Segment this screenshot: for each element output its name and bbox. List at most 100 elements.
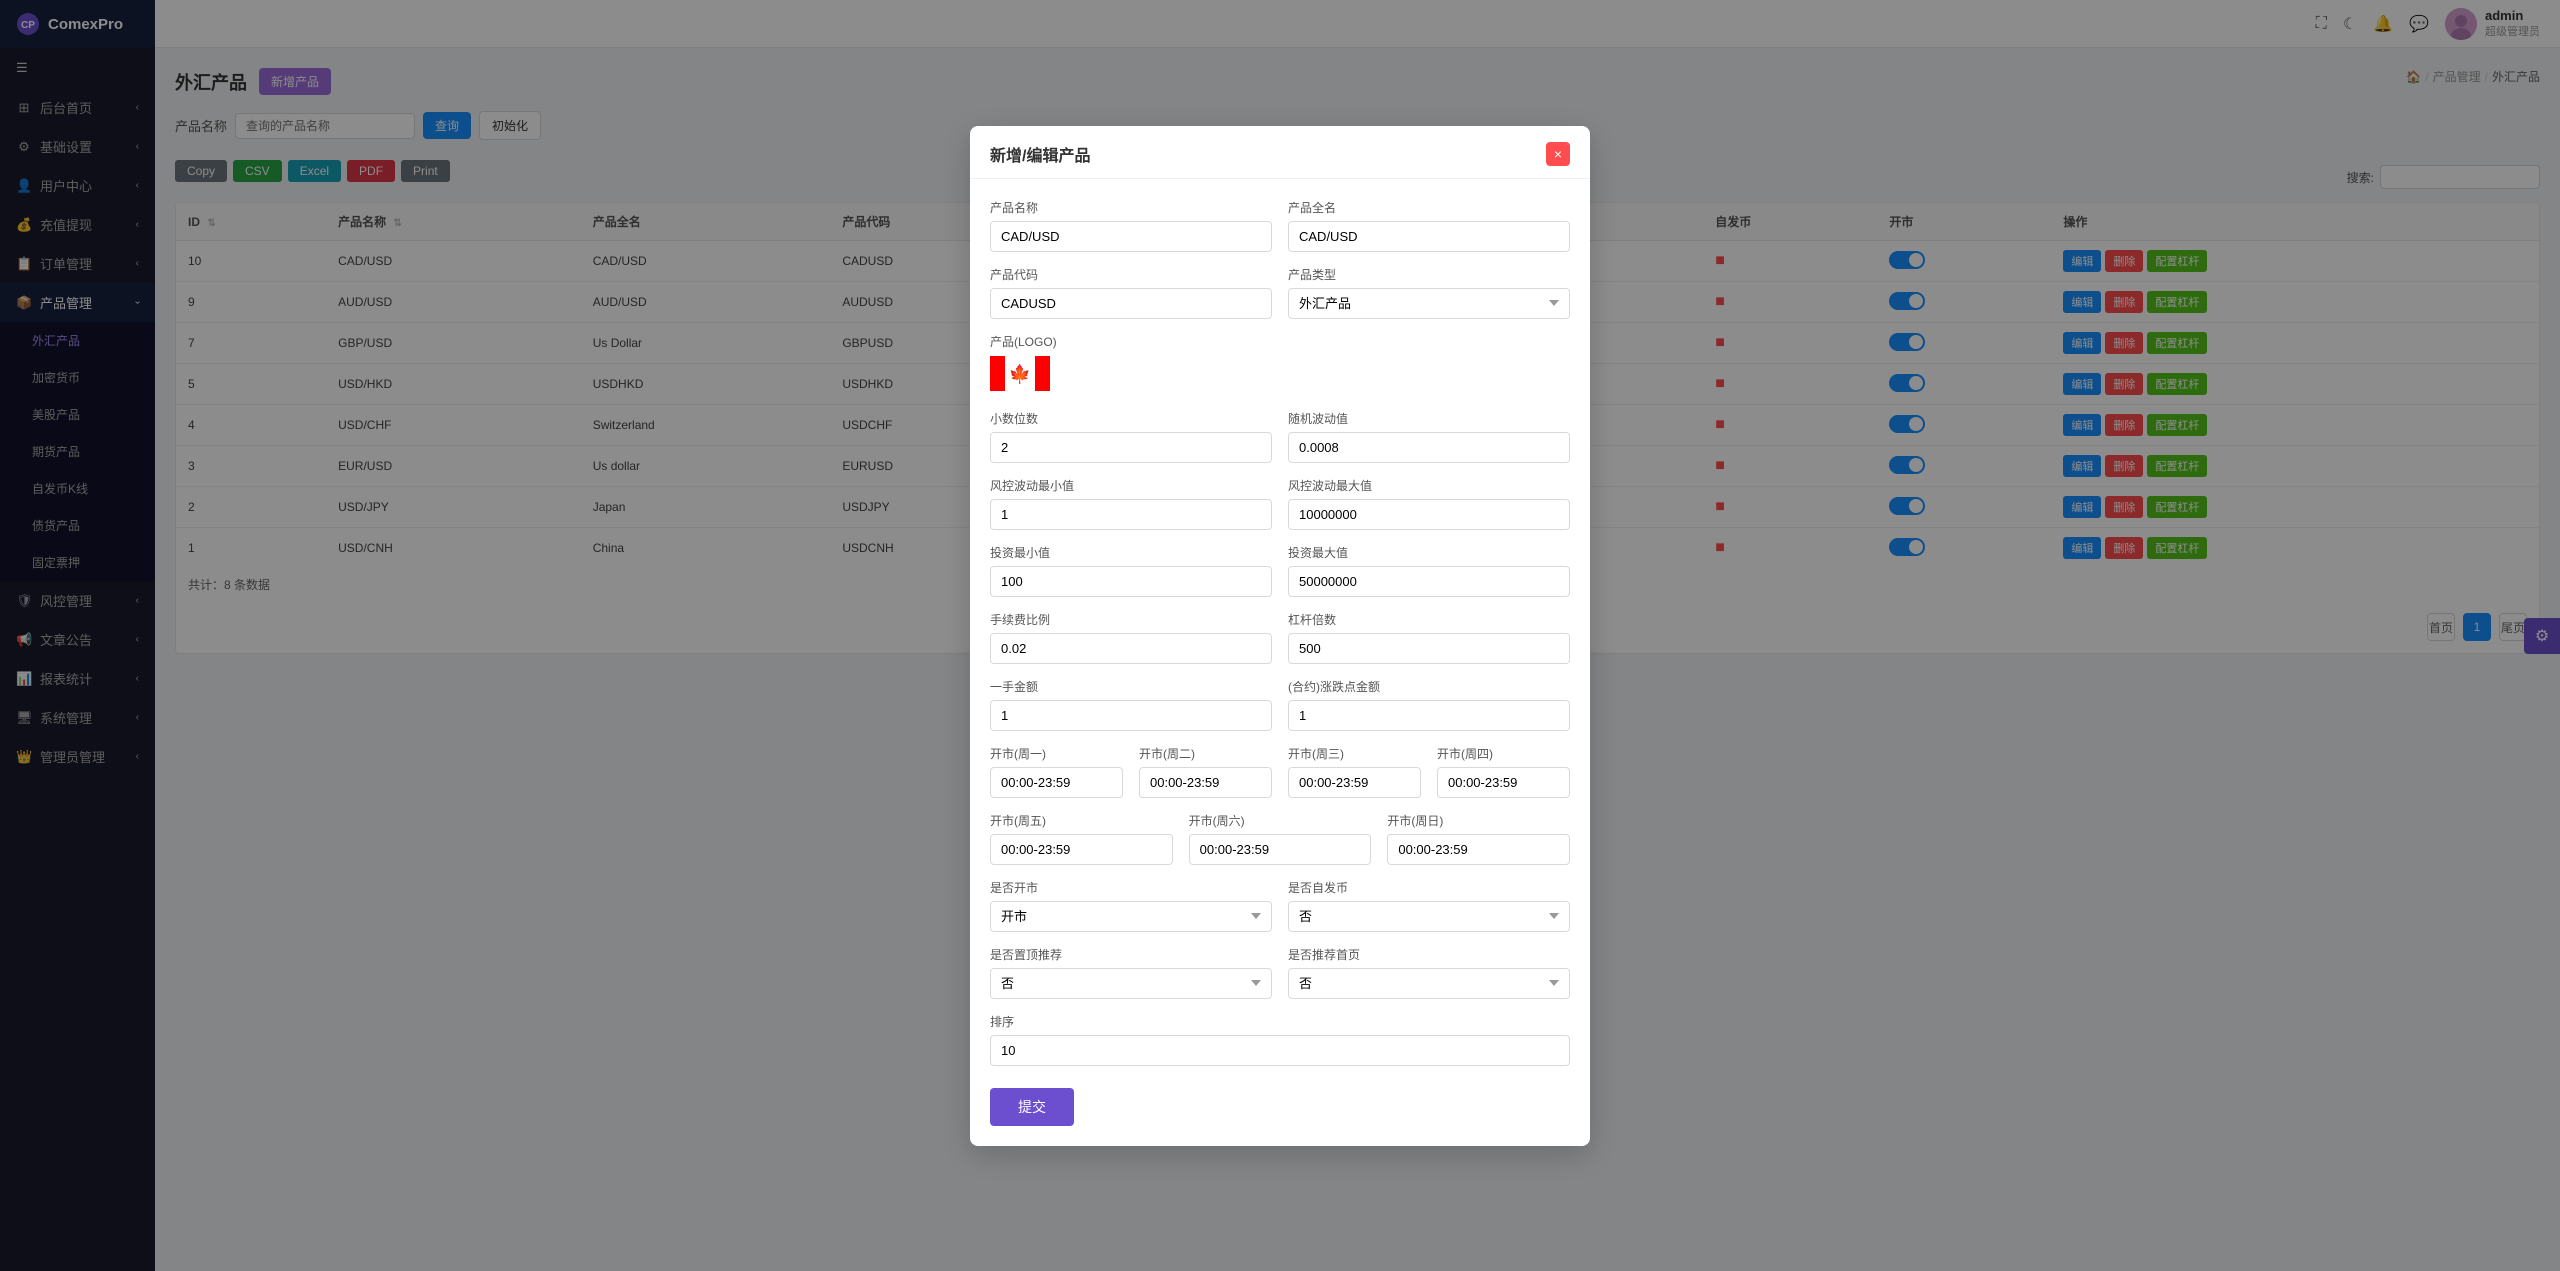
modal-close-button[interactable]: × (1546, 142, 1570, 166)
product-fullname-label: 产品全名 (1288, 199, 1570, 216)
form-group-fee-ratio: 手续费比例 (990, 611, 1272, 664)
market-thu-field[interactable] (1437, 767, 1570, 798)
is-homepage-select[interactable]: 否 是 (1288, 968, 1570, 999)
market-sun-label: 开市(周日) (1387, 812, 1570, 829)
form-group-invest-min: 投资最小值 (990, 544, 1272, 597)
sort-label: 排序 (990, 1013, 1570, 1030)
logo-label: 产品(LOGO) (990, 333, 1570, 350)
form-group-market-sat: 开市(周六) (1189, 812, 1372, 865)
modal-title: 新增/编辑产品 (990, 142, 1090, 166)
product-type-select[interactable]: 外汇产品 加密货币 美股产品 期货产品 (1288, 288, 1570, 319)
fee-ratio-field[interactable] (990, 633, 1272, 664)
form-group-hand-amount: 一手金额 (990, 678, 1272, 731)
market-mon-field[interactable] (990, 767, 1123, 798)
market-wed-label: 开市(周三) (1288, 745, 1421, 762)
invest-min-label: 投资最小值 (990, 544, 1272, 561)
form-group-market-tue: 开市(周二) (1139, 745, 1272, 798)
is-selfcoin-label: 是否自发币 (1288, 879, 1570, 896)
form-row-sort: 排序 (990, 1013, 1570, 1066)
edit-product-modal: 新增/编辑产品 × 产品名称 产品全名 产品代码 (970, 126, 1590, 1146)
product-code-label: 产品代码 (990, 266, 1272, 283)
form-group-risk-min: 风控波动最小值 (990, 477, 1272, 530)
hand-amount-label: 一手金额 (990, 678, 1272, 695)
form-row-decimal-fluctuation: 小数位数 随机波动值 (990, 410, 1570, 463)
form-row-risk: 风控波动最小值 风控波动最大值 (990, 477, 1570, 530)
leverage-label: 杠杆倍数 (1288, 611, 1570, 628)
logo-preview[interactable]: 🍁 (990, 356, 1050, 396)
product-name-label: 产品名称 (990, 199, 1272, 216)
form-group-risk-max: 风控波动最大值 (1288, 477, 1570, 530)
is-top-label: 是否置顶推荐 (990, 946, 1272, 963)
form-row-fee-leverage: 手续费比例 杠杆倍数 (990, 611, 1570, 664)
market-sat-field[interactable] (1189, 834, 1372, 865)
product-fullname-field[interactable] (1288, 221, 1570, 252)
form-group-random-fluctuation: 随机波动值 (1288, 410, 1570, 463)
market-tue-label: 开市(周二) (1139, 745, 1272, 762)
form-row-names: 产品名称 产品全名 (990, 199, 1570, 252)
market-fri-field[interactable] (990, 834, 1173, 865)
form-row-hand-contract: 一手金额 (合约)涨跌点金额 (990, 678, 1570, 731)
market-wed-field[interactable] (1288, 767, 1421, 798)
is-top-select[interactable]: 否 是 (990, 968, 1272, 999)
leverage-field[interactable] (1288, 633, 1570, 664)
product-code-field[interactable] (990, 288, 1272, 319)
random-fluctuation-field[interactable] (1288, 432, 1570, 463)
is-homepage-label: 是否推荐首页 (1288, 946, 1570, 963)
product-name-field[interactable] (990, 221, 1272, 252)
risk-max-label: 风控波动最大值 (1288, 477, 1570, 494)
form-group-product-code: 产品代码 (990, 266, 1272, 319)
form-row-market-fri-sun: 开市(周五) 开市(周六) 开市(周日) (990, 812, 1570, 865)
modal-body: 产品名称 产品全名 产品代码 产品类型 外汇产品 加密货币 (970, 179, 1590, 1146)
is-open-select[interactable]: 开市 休市 (990, 901, 1272, 932)
form-row-open-selfcoin: 是否开市 开市 休市 是否自发币 否 是 (990, 879, 1570, 932)
risk-max-field[interactable] (1288, 499, 1570, 530)
invest-min-field[interactable] (990, 566, 1272, 597)
form-group-is-homepage: 是否推荐首页 否 是 (1288, 946, 1570, 999)
market-sun-field[interactable] (1387, 834, 1570, 865)
form-group-market-mon: 开市(周一) (990, 745, 1123, 798)
form-group-decimal: 小数位数 (990, 410, 1272, 463)
canada-flag-icon: 🍁 (990, 356, 1050, 391)
form-group-product-name: 产品名称 (990, 199, 1272, 252)
form-row-invest: 投资最小值 投资最大值 (990, 544, 1570, 597)
invest-max-label: 投资最大值 (1288, 544, 1570, 561)
form-group-invest-max: 投资最大值 (1288, 544, 1570, 597)
form-row-market-mon-thu: 开市(周一) 开市(周二) 开市(周三) 开市(周四) (990, 745, 1570, 798)
product-type-label: 产品类型 (1288, 266, 1570, 283)
market-mon-label: 开市(周一) (990, 745, 1123, 762)
hand-amount-field[interactable] (990, 700, 1272, 731)
contract-amount-label: (合约)涨跌点金额 (1288, 678, 1570, 695)
risk-min-field[interactable] (990, 499, 1272, 530)
form-group-market-sun: 开市(周日) (1387, 812, 1570, 865)
form-row-code-type: 产品代码 产品类型 外汇产品 加密货币 美股产品 期货产品 (990, 266, 1570, 319)
form-group-market-wed: 开市(周三) (1288, 745, 1421, 798)
risk-min-label: 风控波动最小值 (990, 477, 1272, 494)
form-group-contract-amount: (合约)涨跌点金额 (1288, 678, 1570, 731)
form-group-leverage: 杠杆倍数 (1288, 611, 1570, 664)
invest-max-field[interactable] (1288, 566, 1570, 597)
market-tue-field[interactable] (1139, 767, 1272, 798)
market-sat-label: 开市(周六) (1189, 812, 1372, 829)
decimal-label: 小数位数 (990, 410, 1272, 427)
modal-overlay[interactable]: 新增/编辑产品 × 产品名称 产品全名 产品代码 (0, 0, 2560, 1271)
contract-amount-field[interactable] (1288, 700, 1570, 731)
is-selfcoin-select[interactable]: 否 是 (1288, 901, 1570, 932)
is-open-label: 是否开市 (990, 879, 1272, 896)
form-row-top-homepage: 是否置顶推荐 否 是 是否推荐首页 否 是 (990, 946, 1570, 999)
random-fluctuation-label: 随机波动值 (1288, 410, 1570, 427)
decimal-field[interactable] (990, 432, 1272, 463)
form-group-is-selfcoin: 是否自发币 否 是 (1288, 879, 1570, 932)
market-fri-label: 开市(周五) (990, 812, 1173, 829)
sort-field[interactable] (990, 1035, 1570, 1066)
form-group-sort: 排序 (990, 1013, 1570, 1066)
form-group-is-top: 是否置顶推荐 否 是 (990, 946, 1272, 999)
modal-header: 新增/编辑产品 × (970, 126, 1590, 179)
form-row-logo: 产品(LOGO) 🍁 (990, 333, 1570, 396)
form-group-product-fullname: 产品全名 (1288, 199, 1570, 252)
submit-button[interactable]: 提交 (990, 1088, 1074, 1126)
form-group-product-type: 产品类型 外汇产品 加密货币 美股产品 期货产品 (1288, 266, 1570, 319)
fee-ratio-label: 手续费比例 (990, 611, 1272, 628)
form-group-logo: 产品(LOGO) 🍁 (990, 333, 1570, 396)
svg-text:🍁: 🍁 (1009, 363, 1031, 384)
market-thu-label: 开市(周四) (1437, 745, 1570, 762)
